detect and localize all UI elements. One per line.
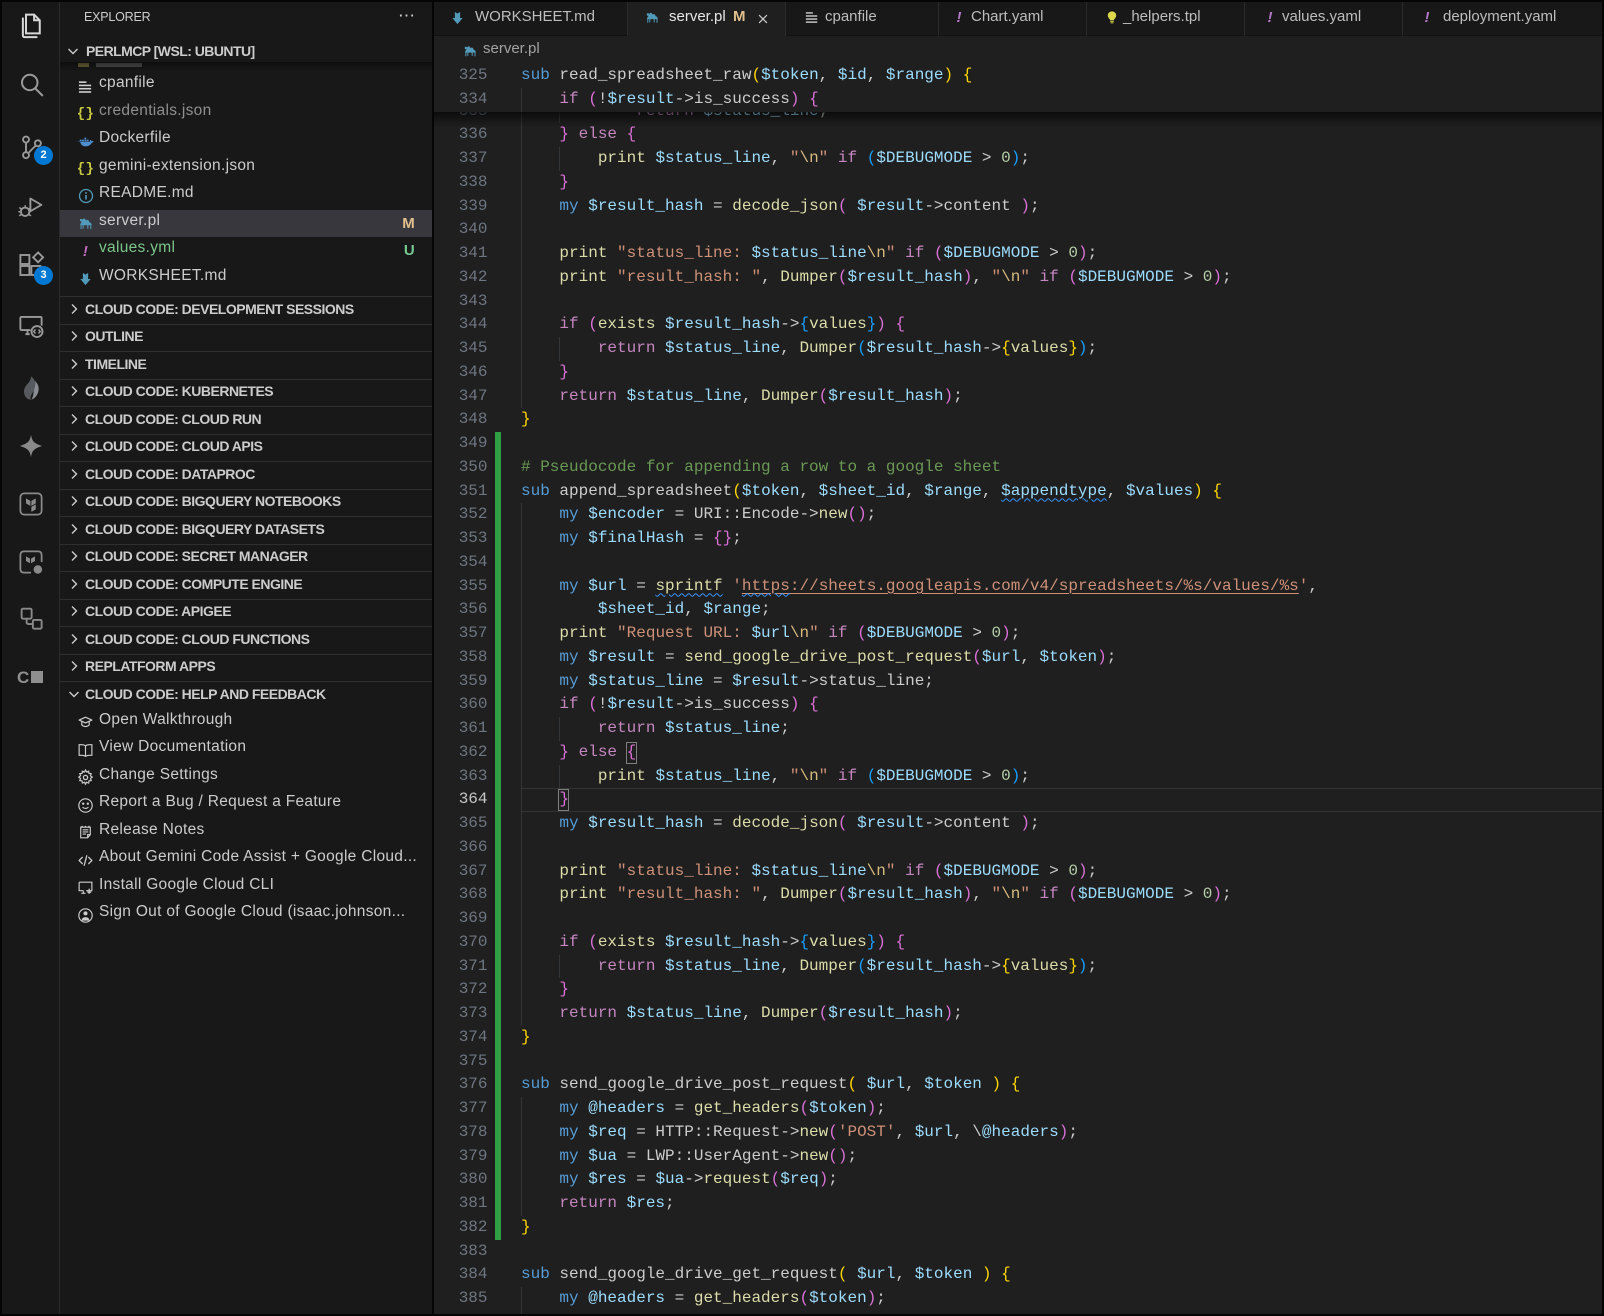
svg-text:C: C [17, 668, 29, 687]
